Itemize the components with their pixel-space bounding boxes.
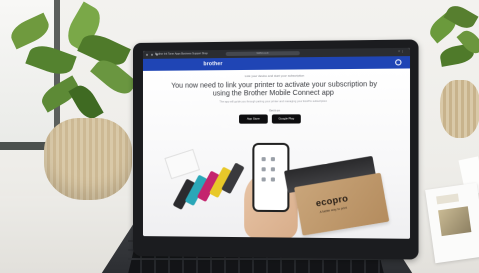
browser-dot-icon[interactable] <box>145 53 148 56</box>
page-content: Link your device and start your subscrip… <box>142 68 411 239</box>
browser-toolbar-right[interactable]: ☆ ⋮ <box>398 50 404 54</box>
app-store-button[interactable]: App Store <box>239 114 268 124</box>
breadcrumb: Link your device and start your subscrip… <box>244 73 305 79</box>
photo-scene: Brother Ink Toner Apps Business Support … <box>0 0 479 273</box>
cartridge-box <box>164 148 201 180</box>
page-headline: You now need to link your printer to act… <box>171 81 378 98</box>
laptop-screen: Brother Ink Toner Apps Business Support … <box>142 47 411 239</box>
smartphone <box>252 142 290 213</box>
laptop-lid: Brother Ink Toner Apps Business Support … <box>133 39 419 260</box>
plant-pot-right <box>440 80 479 138</box>
get-it-on-label: Get it on <box>268 108 280 113</box>
browser-tabs[interactable]: Brother Ink Toner Apps Business Support … <box>155 52 208 57</box>
browser-dot-icon[interactable] <box>150 53 153 56</box>
plant-pot-left <box>44 118 132 200</box>
google-play-button[interactable]: Google Play <box>271 114 301 124</box>
account-icon[interactable] <box>395 59 402 66</box>
photo-card <box>425 182 479 264</box>
address-bar[interactable]: brother.co.uk <box>225 51 300 56</box>
brand-logo[interactable]: brother <box>203 61 222 67</box>
page-subtext: The app will guide you through pairing y… <box>219 99 328 104</box>
